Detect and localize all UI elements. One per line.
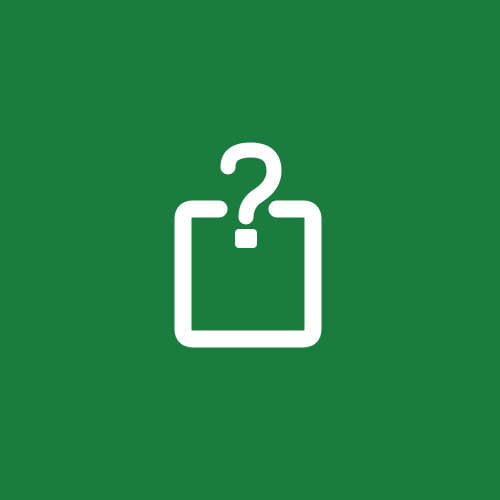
box-outline xyxy=(174,200,322,348)
app-tile[interactable] xyxy=(0,0,500,500)
question-mark-hook xyxy=(220,142,282,225)
question-box-icon xyxy=(174,142,322,348)
question-mark-dot xyxy=(235,229,257,248)
